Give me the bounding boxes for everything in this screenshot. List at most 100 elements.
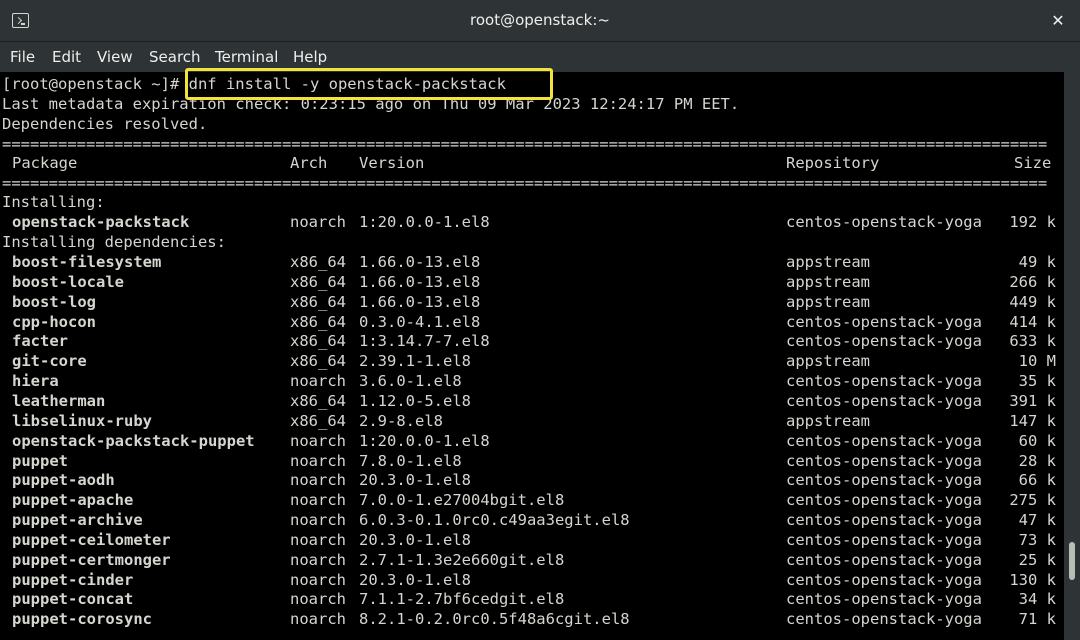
package-size: 192 k bbox=[1009, 213, 1056, 231]
package-arch: noarch bbox=[290, 570, 346, 589]
package-arch: noarch bbox=[290, 511, 346, 530]
terminal-output[interactable]: [root@openstack ~]# dnf install -y opens… bbox=[0, 72, 1064, 640]
package-repo: centos-openstack-yoga bbox=[786, 213, 982, 231]
package-repo: centos-openstack-yoga bbox=[786, 332, 982, 351]
deps-resolved-line: Dependencies resolved. bbox=[2, 115, 208, 133]
package-name: puppet-aodh bbox=[12, 471, 115, 490]
package-repo: centos-openstack-yoga bbox=[786, 312, 982, 331]
package-name: puppet-concat bbox=[12, 590, 134, 609]
package-arch: noarch bbox=[290, 530, 346, 549]
package-repo: appstream bbox=[786, 352, 870, 371]
package-name: facter bbox=[12, 332, 68, 351]
package-version: 2.9-8.el8 bbox=[359, 411, 443, 430]
package-arch: noarch bbox=[290, 491, 346, 510]
package-repo: centos-openstack-yoga bbox=[786, 491, 982, 510]
package-version: 0.3.0-4.1.el8 bbox=[359, 312, 481, 331]
header-size: Size bbox=[1014, 154, 1052, 172]
package-repo: centos-openstack-yoga bbox=[786, 530, 982, 549]
package-size: 35 k bbox=[1018, 372, 1056, 391]
package-version: 1:20.0.0-1.el8 bbox=[359, 213, 490, 231]
package-version: 7.0.0-1.e27004bgit.el8 bbox=[359, 491, 565, 510]
package-size: 60 k bbox=[1018, 431, 1056, 450]
package-size: 10 M bbox=[1018, 352, 1056, 371]
menu-edit[interactable]: Edit bbox=[52, 48, 81, 66]
package-name: leatherman bbox=[12, 391, 106, 410]
menu-help[interactable]: Help bbox=[293, 48, 327, 66]
package-arch: x86_64 bbox=[290, 411, 346, 430]
package-size: 147 k bbox=[1009, 411, 1056, 430]
package-name: puppet-cinder bbox=[12, 570, 134, 589]
package-arch: x86_64 bbox=[290, 332, 346, 351]
package-version: 2.7.1-1.3e2e660git.el8 bbox=[359, 550, 565, 569]
package-name: boost-filesystem bbox=[12, 253, 162, 271]
window-title: root@openstack:~ bbox=[470, 11, 610, 29]
package-arch: noarch bbox=[290, 590, 346, 609]
package-name: boost-locale bbox=[12, 272, 124, 291]
package-size: 49 k bbox=[1018, 253, 1056, 271]
package-repo: centos-openstack-yoga bbox=[786, 471, 982, 490]
package-size: 28 k bbox=[1018, 451, 1056, 470]
package-repo: appstream bbox=[786, 253, 870, 271]
package-arch: noarch bbox=[290, 550, 346, 569]
menu-terminal[interactable]: Terminal bbox=[215, 48, 278, 66]
package-repo: centos-openstack-yoga bbox=[786, 511, 982, 530]
shell-prompt: [root@openstack ~]# bbox=[2, 75, 189, 93]
package-version: 6.0.3-0.1.0rc0.c49aa3egit.el8 bbox=[359, 511, 630, 530]
package-size: 73 k bbox=[1018, 530, 1056, 549]
command-highlight-box bbox=[185, 68, 553, 100]
package-name: puppet bbox=[12, 451, 68, 470]
package-size: 633 k bbox=[1009, 332, 1056, 351]
header-repository: Repository bbox=[786, 154, 880, 172]
package-repo: centos-openstack-yoga bbox=[786, 451, 982, 470]
package-arch: x86_64 bbox=[290, 352, 346, 371]
package-name: libselinux-ruby bbox=[12, 411, 152, 430]
menu-view[interactable]: View bbox=[97, 48, 133, 66]
title-bar: root@openstack:~ ✕ bbox=[0, 0, 1080, 42]
package-name: puppet-ceilometer bbox=[12, 530, 171, 549]
package-size: 71 k bbox=[1018, 610, 1056, 629]
package-version: 20.3.0-1.el8 bbox=[359, 570, 471, 589]
package-arch: noarch bbox=[290, 213, 346, 231]
package-size: 414 k bbox=[1009, 312, 1056, 331]
package-size: 266 k bbox=[1009, 272, 1056, 291]
package-name: puppet-archive bbox=[12, 511, 143, 530]
scrollbar-thumb[interactable] bbox=[1069, 542, 1075, 580]
separator-bottom: ========================================… bbox=[2, 174, 1048, 192]
header-package: Package bbox=[12, 154, 78, 172]
menu-file[interactable]: File bbox=[10, 48, 35, 66]
package-arch: x86_64 bbox=[290, 272, 346, 291]
header-version: Version bbox=[359, 154, 425, 172]
scrollbar[interactable] bbox=[1064, 72, 1080, 640]
package-repo: appstream bbox=[786, 292, 870, 311]
package-size: 275 k bbox=[1009, 491, 1056, 510]
package-version: 1.66.0-13.el8 bbox=[359, 272, 481, 291]
package-arch: x86_64 bbox=[290, 292, 346, 311]
package-version: 1:20.0.0-1.el8 bbox=[359, 431, 490, 450]
package-size: 130 k bbox=[1009, 570, 1056, 589]
package-arch: x86_64 bbox=[290, 312, 346, 331]
package-size: 391 k bbox=[1009, 391, 1056, 410]
menu-search[interactable]: Search bbox=[149, 48, 201, 66]
package-size: 449 k bbox=[1009, 292, 1056, 311]
dependencies-label: Installing dependencies: bbox=[2, 233, 226, 251]
package-arch: noarch bbox=[290, 372, 346, 391]
package-version: 20.3.0-1.el8 bbox=[359, 530, 471, 549]
package-version: 7.8.0-1.el8 bbox=[359, 451, 462, 470]
package-version: 1.12.0-5.el8 bbox=[359, 391, 471, 410]
close-button[interactable]: ✕ bbox=[1046, 9, 1070, 33]
package-version: 1.66.0-13.el8 bbox=[359, 253, 481, 271]
package-repo: centos-openstack-yoga bbox=[786, 590, 982, 609]
package-name: puppet-apache bbox=[12, 491, 134, 510]
package-arch: noarch bbox=[290, 451, 346, 470]
package-name: hiera bbox=[12, 372, 59, 391]
package-version: 7.1.1-2.7bf6cedgit.el8 bbox=[359, 590, 565, 609]
package-version: 3.6.0-1.el8 bbox=[359, 372, 462, 391]
separator-top: ========================================… bbox=[2, 135, 1048, 153]
package-name: cpp-hocon bbox=[12, 312, 96, 331]
package-repo: centos-openstack-yoga bbox=[786, 610, 982, 629]
package-repo: centos-openstack-yoga bbox=[786, 391, 982, 410]
installing-label: Installing: bbox=[2, 193, 105, 211]
package-version: 1:3.14.7-7.el8 bbox=[359, 332, 490, 351]
package-repo: centos-openstack-yoga bbox=[786, 550, 982, 569]
package-size: 47 k bbox=[1018, 511, 1056, 530]
